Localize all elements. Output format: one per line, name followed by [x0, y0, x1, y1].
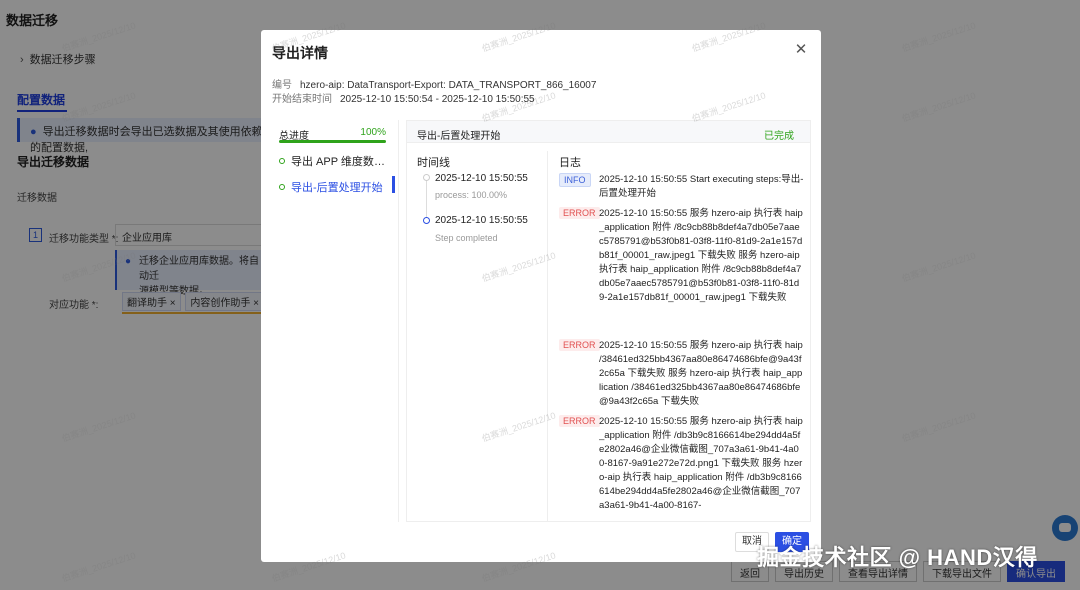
active-step-indicator — [392, 176, 395, 193]
progress-bar — [279, 140, 386, 143]
timeline-dot — [423, 174, 430, 181]
log-title: 日志 — [559, 157, 581, 169]
log-text: 2025-12-10 15:50:55 服务 hzero-aip 执行表 hai… — [599, 340, 803, 407]
progress-panel: 总进度 100% 导出 APP 维度数据... 导出-后置处理开始 — [271, 120, 399, 522]
log-entry: ERROR 2025-12-10 15:50:55 服务 hzero-aip 执… — [559, 207, 803, 333]
timeline-time: 2025-12-10 15:50:55 — [435, 173, 528, 184]
export-id-row: 编号 hzero-aip: DataTransport-Export: DATA_… — [272, 76, 596, 91]
log-text: 2025-12-10 15:50:55 服务 hzero-aip 执行表 hai… — [599, 416, 803, 511]
time-label: 开始结束时间 — [272, 94, 332, 105]
timeline-sub: Step completed — [435, 233, 498, 243]
log-text: 2025-12-10 15:50:55 Start executing step… — [599, 174, 804, 199]
detail-panel: 导出-后置处理开始 已完成 时间线 日志 2025-12-10 15:50:55… — [406, 120, 811, 522]
step-label: 导出-后置处理开始 — [291, 182, 383, 194]
step-label: 导出 APP 维度数据... — [291, 156, 391, 168]
time-row: 开始结束时间 2025-12-10 15:50:54 - 2025-12-10 1… — [272, 90, 535, 105]
log-entry: INFO 2025-12-10 15:50:55 Start executing… — [559, 173, 804, 201]
progress-step-post[interactable]: 导出-后置处理开始 — [279, 179, 391, 195]
export-detail-modal: 导出详情 ✕ 编号 hzero-aip: DataTransport-Export… — [261, 30, 821, 562]
log-level-badge: ERROR — [559, 207, 600, 219]
timeline-line — [426, 177, 427, 219]
progress-step-app[interactable]: 导出 APP 维度数据... — [279, 153, 391, 169]
timeline-time: 2025-12-10 15:50:55 — [435, 215, 528, 226]
brand-watermark: 掘金技术社区 @ HAND汉得 — [757, 545, 1038, 570]
status-badge: 已完成 — [764, 131, 794, 142]
detail-title: 导出-后置处理开始 — [417, 131, 501, 142]
detail-header: 导出-后置处理开始 已完成 — [407, 121, 810, 143]
column-divider — [547, 151, 548, 521]
log-level-badge: ERROR — [559, 415, 600, 427]
modal-title: 导出详情 — [272, 45, 328, 61]
log-text: 2025-12-10 15:50:55 服务 hzero-aip 执行表 hai… — [599, 208, 803, 303]
log-level-badge: ERROR — [559, 339, 600, 351]
log-entry: ERROR 2025-12-10 15:50:55 服务 hzero-aip 执… — [559, 415, 803, 521]
log-level-badge: INFO — [559, 173, 591, 187]
timeline-sub: process: 100.00% — [435, 190, 508, 200]
check-circle-icon — [279, 158, 285, 165]
timeline-dot-current — [423, 217, 430, 224]
close-icon[interactable]: ✕ — [794, 42, 808, 57]
time-value: 2025-12-10 15:50:54 - 2025-12-10 15:50:5… — [340, 94, 535, 105]
timeline-title: 时间线 — [417, 157, 450, 169]
log-entry: ERROR 2025-12-10 15:50:55 服务 hzero-aip 执… — [559, 339, 803, 409]
check-circle-icon — [279, 184, 285, 191]
progress-percent: 100% — [360, 127, 386, 138]
